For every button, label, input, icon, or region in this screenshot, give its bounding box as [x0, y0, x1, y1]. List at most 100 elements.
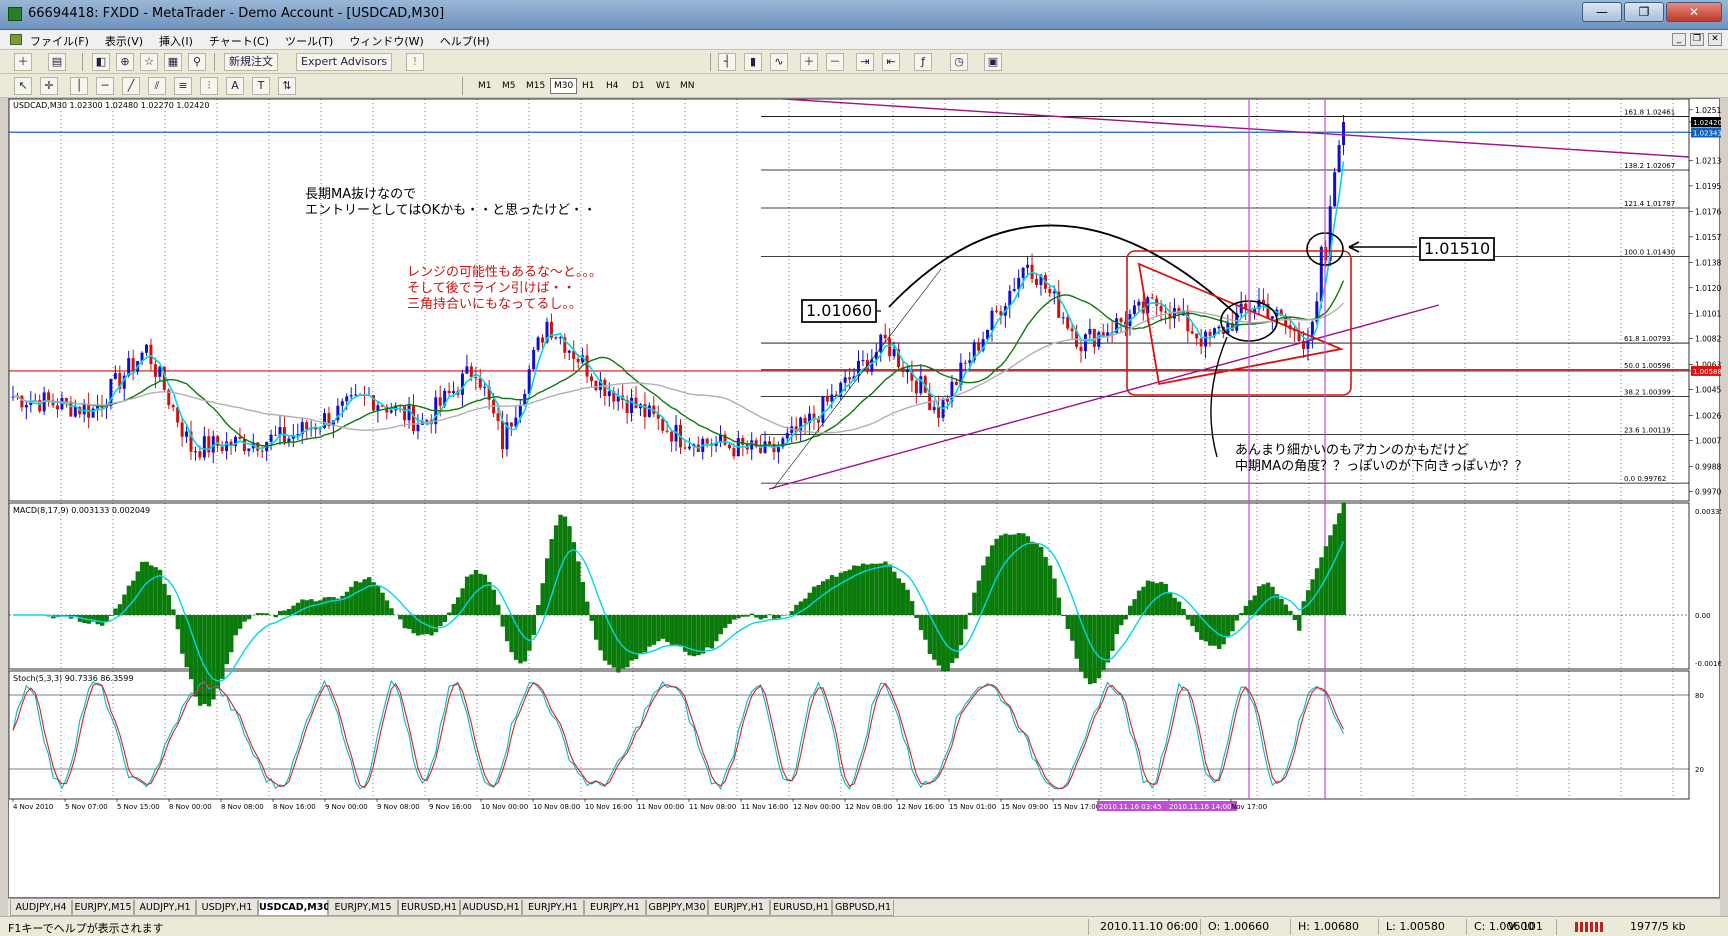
- data-window-icon[interactable]: ⊕: [116, 53, 134, 71]
- text-label-icon[interactable]: T: [252, 77, 270, 95]
- tab-usdjpy-h1[interactable]: USDJPY,H1: [196, 900, 258, 916]
- candle-body: [848, 377, 852, 380]
- arc-annotation: [888, 224, 1240, 318]
- mdi-minimize-button[interactable]: _: [1672, 33, 1686, 46]
- macd-histogram-bar: [838, 572, 844, 615]
- menu-insert[interactable]: 挿入(I): [159, 33, 193, 49]
- macd-histogram-bar: [1087, 615, 1093, 685]
- timeframe-d1[interactable]: D1: [628, 78, 649, 94]
- tab-eurjpy-h1[interactable]: EURJPY,H1: [708, 900, 770, 916]
- macd-histogram-bar: [278, 610, 283, 615]
- candle-body: [1164, 311, 1168, 313]
- candle-body: [349, 395, 353, 397]
- timeframe-m5[interactable]: M5: [498, 78, 520, 94]
- timeframe-m1[interactable]: M1: [474, 78, 496, 94]
- zoom-out-icon[interactable]: －: [826, 53, 844, 71]
- macd-histogram-bar: [611, 615, 617, 668]
- close-button[interactable]: ✕: [1666, 2, 1722, 22]
- menu-tools[interactable]: ツール(T): [285, 33, 333, 49]
- tab-eurjpy-h1[interactable]: EURJPY,H1: [522, 900, 584, 916]
- menu-view[interactable]: 表示(V): [105, 33, 143, 49]
- macd-histogram-bar: [829, 575, 835, 615]
- candle-body: [389, 410, 393, 413]
- new-chart-icon[interactable]: ＋: [14, 53, 32, 71]
- tab-usdcad-m30[interactable]: USDCAD,M30: [258, 900, 330, 916]
- tab-eurjpy-h1[interactable]: EURJPY,H1: [584, 900, 646, 916]
- line-chart-icon[interactable]: ∿: [770, 53, 788, 71]
- vertical-line-icon[interactable]: │: [70, 77, 88, 95]
- status-bar: F1キーでヘルプが表示されます 2010.11.10 06:00 O: 1.00…: [0, 916, 1728, 936]
- resistance-trendline: [772, 99, 1690, 158]
- candle-body: [131, 358, 135, 372]
- tab-gbpusd-h1[interactable]: GBPUSD,H1: [832, 900, 894, 916]
- macd-histogram-bar: [1176, 601, 1182, 615]
- minimize-button[interactable]: —: [1582, 2, 1622, 22]
- macd-histogram-bar: [700, 615, 706, 654]
- fibonacci-icon[interactable]: ≡: [174, 77, 192, 95]
- tab-audjpy-h1[interactable]: AUDJPY,H1: [134, 900, 196, 916]
- candle-body: [830, 394, 834, 402]
- navigator-icon[interactable]: ☆: [140, 53, 158, 71]
- tab-audjpy-h4[interactable]: AUDJPY,H4: [10, 900, 72, 916]
- chart-window-icon[interactable]: [10, 34, 22, 45]
- timeframe-mn[interactable]: MN: [676, 78, 699, 94]
- candle-body: [1190, 331, 1194, 334]
- market-watch-icon[interactable]: ◧: [92, 53, 110, 71]
- timeframe-w1[interactable]: W1: [652, 78, 675, 94]
- autoscroll-icon[interactable]: ⇤: [882, 53, 900, 71]
- timeframe-m15[interactable]: M15: [522, 78, 549, 94]
- macd-histogram-bar: [536, 604, 541, 615]
- tab-gbpjpy-m30[interactable]: GBPJPY,M30: [646, 900, 708, 916]
- menu-help[interactable]: ヘルプ(H): [440, 33, 490, 49]
- macd-histogram-bar: [553, 525, 559, 615]
- mdi-close-button[interactable]: ✕: [1708, 33, 1722, 46]
- periods-icon[interactable]: ◷: [950, 53, 968, 71]
- timeframe-h4[interactable]: H4: [602, 78, 623, 94]
- menu-file[interactable]: ファイル(F): [30, 33, 89, 49]
- cursor-icon[interactable]: ↖: [14, 77, 32, 95]
- time-axis-label: 8 Nov 08:00: [221, 803, 264, 811]
- horizontal-line-icon[interactable]: ─: [96, 77, 114, 95]
- zoom-in-icon[interactable]: ＋: [800, 53, 818, 71]
- candle-body: [171, 405, 175, 408]
- chart-shift-icon[interactable]: ⇥: [856, 53, 874, 71]
- macd-histogram-bar: [651, 615, 657, 645]
- timeframe-h1[interactable]: H1: [578, 78, 599, 94]
- bar-chart-icon[interactable]: ┤: [718, 53, 736, 71]
- arrows-icon[interactable]: ⇅: [278, 77, 296, 95]
- mdi-restore-button[interactable]: ❐: [1690, 33, 1704, 46]
- candle-body: [776, 446, 780, 453]
- timeframe-m30[interactable]: M30: [550, 78, 578, 94]
- tab-eurjpy-m15[interactable]: EURJPY,M15: [328, 900, 398, 916]
- profiles-icon[interactable]: ▤: [48, 53, 66, 71]
- crosshair-icon[interactable]: ✛: [40, 77, 58, 95]
- tab-eurusd-h1[interactable]: EURUSD,H1: [398, 900, 460, 916]
- indicators-icon[interactable]: ƒ: [914, 53, 932, 71]
- expert-advisors-button[interactable]: Expert Advisors: [296, 53, 393, 71]
- terminal-icon[interactable]: ▦: [164, 53, 182, 71]
- warning-icon[interactable]: !: [406, 53, 424, 71]
- macd-histogram-bar: [171, 609, 176, 615]
- candle-body: [763, 441, 767, 453]
- chart-window[interactable]: USDCAD,M30 1.02300 1.02480 1.02270 1.024…: [8, 98, 1721, 899]
- new-order-button[interactable]: 新規注文: [224, 53, 278, 71]
- macd-histogram-bar: [714, 615, 719, 642]
- macd-histogram-bar: [464, 576, 470, 615]
- price-chart[interactable]: USDCAD,M30 1.02300 1.02480 1.02270 1.024…: [9, 99, 1721, 899]
- tab-eurusd-h1[interactable]: EURUSD,H1: [770, 900, 832, 916]
- text-icon[interactable]: A: [226, 77, 244, 95]
- maximize-button[interactable]: ❐: [1624, 2, 1664, 22]
- candle-body: [919, 376, 923, 394]
- tab-audusd-h1[interactable]: AUDUSD,H1: [460, 900, 522, 916]
- channel-icon[interactable]: ⫽: [148, 77, 166, 95]
- fibo-fan-icon[interactable]: ⫶: [200, 77, 218, 95]
- macd-histogram-bar: [260, 613, 265, 615]
- menu-window[interactable]: ウィンドウ(W): [349, 33, 423, 49]
- trendline-icon[interactable]: ╱: [122, 77, 140, 95]
- candlestick-icon[interactable]: ▮: [744, 53, 762, 71]
- menu-charts[interactable]: チャート(C): [209, 33, 269, 49]
- tab-eurjpy-m15[interactable]: EURJPY,M15: [72, 900, 134, 916]
- chart-header: USDCAD,M30 1.02300 1.02480 1.02270 1.024…: [13, 101, 209, 110]
- tester-icon[interactable]: ⚲: [188, 53, 206, 71]
- templates-icon[interactable]: ▣: [984, 53, 1002, 71]
